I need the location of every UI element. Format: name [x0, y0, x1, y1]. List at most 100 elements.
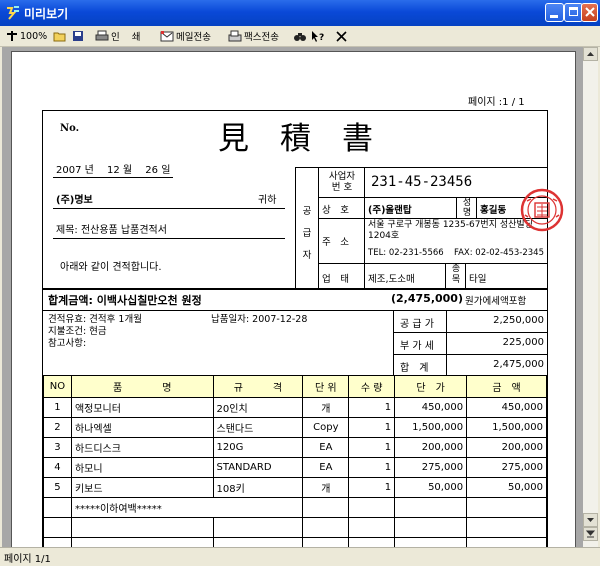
- col-amount: 금 액: [466, 375, 547, 398]
- vertical-scrollbar[interactable]: [583, 47, 598, 547]
- find-button[interactable]: [293, 28, 307, 44]
- biz-type: 제조,도소매: [368, 274, 415, 285]
- sum-value: 2,475,000: [493, 359, 544, 370]
- preview-window: 미리보기 100% 인 쇄 메일전송 팩스전송 ? 페이지:1 / 1 No.…: [0, 0, 600, 566]
- fax-send-button[interactable]: 팩스전송: [228, 28, 279, 44]
- email-send-button[interactable]: 메일전송: [160, 28, 211, 44]
- supplier-tel: TEL: 02-231-5566: [368, 248, 444, 258]
- table-row: 2 하나엑셀 스탠다드 Copy 1 1,500,000 1,500,000: [43, 417, 547, 438]
- table-row: 5 키보드 108키 개 1 50,000 50,000: [43, 477, 547, 498]
- name-label: 상 호: [322, 205, 349, 216]
- vat-value: 225,000: [502, 337, 544, 348]
- help-icon: ?: [312, 30, 324, 43]
- window-title: 미리보기: [24, 7, 69, 21]
- table-row: 1 액정모니터 20인치 개 1 450,000 450,000: [43, 397, 547, 418]
- table-row: [43, 517, 547, 538]
- print-label: 인: [111, 32, 120, 43]
- reg-number: 231-45-23456: [371, 174, 473, 190]
- item-label: 종 목: [451, 264, 461, 285]
- estimate-date: 2007 년 12 월 26 일: [56, 165, 171, 176]
- printer-icon: [95, 30, 109, 41]
- supplier-box: 공 급 자 사업자 번 호 231-45-23456 상 호 (주)올랜탑 성 …: [295, 167, 548, 289]
- save-icon: [73, 31, 83, 41]
- email-icon: [160, 31, 174, 42]
- company-seal-stamp: [520, 188, 564, 232]
- table-row: 3 하드디스크 120G EA 1 200,000 200,000: [43, 437, 547, 458]
- end-marker: *****이하여백*****: [70, 497, 304, 518]
- reg-number-label: 사업자 번 호: [328, 171, 356, 193]
- scroll-up-button[interactable]: [583, 47, 598, 61]
- col-name: 품 명: [70, 375, 214, 398]
- svg-text:?: ?: [319, 33, 324, 43]
- client-underline: [53, 208, 285, 209]
- zoom-button[interactable]: 100%: [6, 28, 47, 44]
- table-row: *****이하여백*****: [43, 497, 547, 518]
- total-amount: (2,475,000): [391, 292, 463, 305]
- supplier-side-label: 공 급 자: [302, 206, 312, 261]
- date-underline: [53, 177, 173, 178]
- fax-icon: [228, 30, 242, 42]
- app-icon: [7, 6, 19, 20]
- total-row: 합계금액: 이백사십칠만오천 원정 (2,475,000) 원가에세액포함: [43, 288, 547, 311]
- number-label: No.: [60, 123, 80, 134]
- address-label: 주 소: [322, 237, 349, 248]
- client-name: (주)명보: [56, 195, 93, 206]
- vat-label: 부 가 세: [400, 341, 434, 352]
- subject: 제목: 전산용품 납품견적서: [56, 225, 167, 236]
- arrow-down-icon: [585, 530, 596, 538]
- supply-label: 공 급 가: [400, 319, 434, 330]
- minimize-button[interactable]: [545, 3, 564, 22]
- amount-summary: 공 급 가 2,250,000 부 가 세 225,000 합 계 2,475,…: [393, 310, 548, 376]
- status-page: 페이지 1/1: [4, 554, 51, 565]
- estimate-document: No. 見 積 書 2007 년 12 월 26 일 (주)명보 귀하 제목: …: [42, 110, 548, 558]
- page-indicator: 페이지 :1 / 1: [468, 97, 525, 108]
- document-title: 見 積 書: [218, 121, 373, 157]
- scroll-down-button[interactable]: [583, 513, 598, 527]
- col-unit: 단 위: [302, 375, 350, 398]
- items-header-row: NO 품 명 규 격 단 위 수 량 단 가 금 액: [43, 375, 547, 398]
- exit-button[interactable]: [336, 28, 347, 44]
- client-suffix: 귀하: [258, 195, 277, 206]
- total-label: 합계금액: 이백사십칠만오천 원정: [48, 294, 202, 307]
- arrow-up-icon: [587, 52, 594, 56]
- greeting: 아래와 같이 견적합니다.: [60, 262, 162, 273]
- fax-send-label: 팩스전송: [244, 32, 279, 43]
- col-qty: 수 량: [348, 375, 396, 398]
- biz-type-label: 업 태: [322, 274, 349, 285]
- remarks: 참고사항:: [48, 338, 87, 349]
- open-button[interactable]: [53, 28, 67, 44]
- maximize-icon: [569, 7, 578, 16]
- supplier-address: 서울 구로구 개봉동 1235-67번지 성산빌딩 1204호: [368, 220, 533, 241]
- zoom-level: 100%: [20, 30, 48, 42]
- help-button[interactable]: ?: [311, 28, 325, 44]
- table-row: 4 하모니 STANDARD EA 1 275,000 275,000: [43, 457, 547, 478]
- col-spec: 규 격: [212, 375, 304, 398]
- toolbar: 100% 인 쇄 메일전송 팩스전송 ?: [0, 26, 600, 47]
- save-button[interactable]: [72, 28, 84, 44]
- close-button[interactable]: [581, 3, 598, 22]
- minimize-icon: [550, 15, 558, 18]
- folder-icon: [53, 32, 66, 42]
- arrow-down-icon: [587, 518, 594, 522]
- print-label-2: 쇄: [131, 32, 141, 43]
- status-bar: 페이지 1/1: [0, 547, 600, 566]
- sum-label: 합 계: [400, 363, 429, 374]
- rep-label: 성 명: [462, 198, 472, 218]
- biz-item: 타일: [469, 274, 487, 285]
- scroll-bottom-button[interactable]: [583, 527, 598, 541]
- print-button[interactable]: 인 쇄: [95, 28, 141, 44]
- zoom-icon: [7, 31, 17, 41]
- col-price: 단 가: [394, 375, 468, 398]
- title-bar[interactable]: 미리보기: [0, 0, 600, 26]
- delivery-date: 납품일자: 2007-12-28: [211, 314, 308, 325]
- supplier-fax: FAX: 02-02-453-2345: [454, 248, 545, 258]
- items-table: NO 품 명 규 격 단 위 수 량 단 가 금 액 1 액정모니터 20인치 개 1 4…: [43, 375, 547, 558]
- col-no: NO: [43, 375, 72, 398]
- close-icon: [585, 7, 595, 17]
- email-send-label: 메일전송: [176, 32, 211, 43]
- subject-underline: [53, 238, 285, 239]
- binoculars-icon: [294, 33, 306, 41]
- close-x-icon: [336, 30, 347, 42]
- supply-value: 2,250,000: [493, 315, 544, 326]
- total-note: 원가에세액포함: [465, 296, 527, 307]
